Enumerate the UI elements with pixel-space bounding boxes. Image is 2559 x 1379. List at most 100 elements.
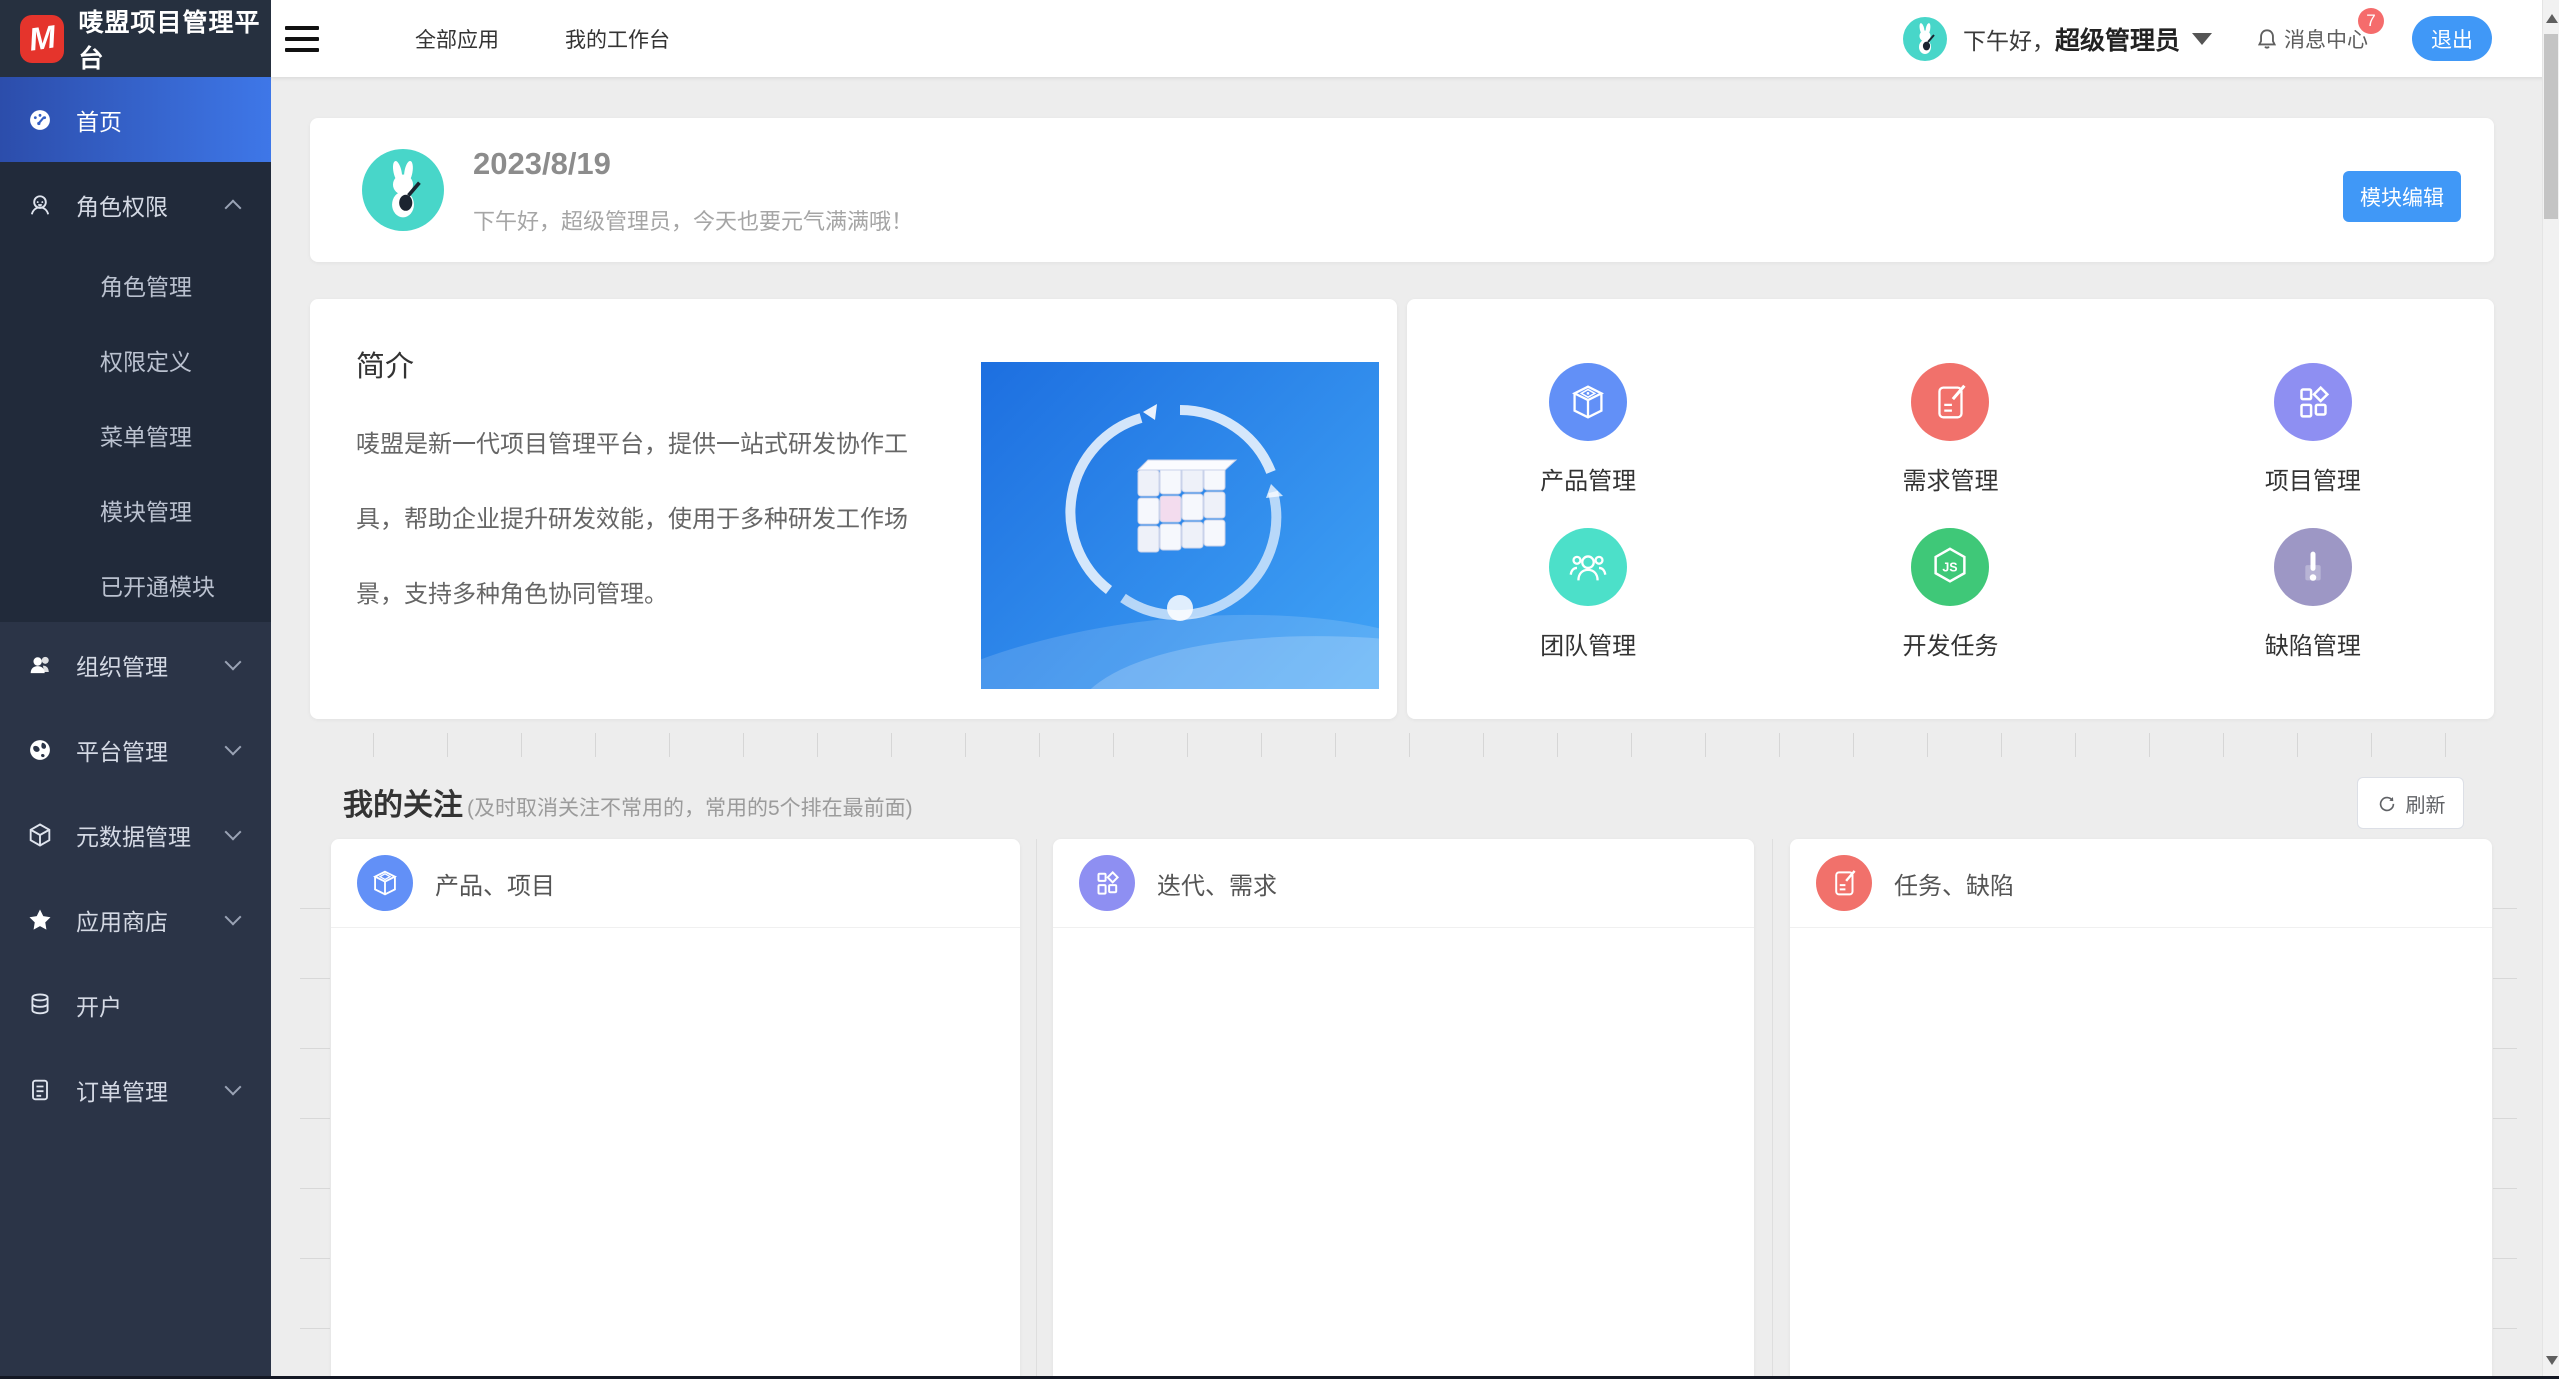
user-menu[interactable]: 下午好，超级管理员 — [1963, 21, 2180, 57]
grid-ticks — [2493, 839, 2517, 1379]
follow-card-products-projects[interactable]: 产品、项目 — [331, 839, 1020, 1379]
logo-letter: M — [26, 18, 58, 58]
chevron-down-icon — [225, 908, 242, 925]
sidebar-item-label: 元数据管理 — [76, 818, 191, 852]
date-text: 2023/8/19 — [473, 146, 611, 182]
follow-card-label: 迭代、需求 — [1157, 866, 1277, 901]
refresh-icon — [2376, 792, 2398, 814]
chevron-down-icon — [225, 823, 242, 840]
chevron-down-icon — [225, 738, 242, 755]
modules-card: 产品管理 需求管理 项目管理 — [1407, 299, 2494, 719]
product-cube-icon — [357, 855, 413, 911]
grid-line — [1036, 839, 1037, 1379]
module-project-management[interactable]: 项目管理 — [2265, 363, 2361, 528]
database-icon — [26, 991, 54, 1019]
star-icon — [26, 906, 54, 934]
follow-card-label: 任务、缺陷 — [1894, 866, 2014, 901]
cube-outline-icon — [26, 821, 54, 849]
refresh-button[interactable]: 刷新 — [2357, 777, 2464, 829]
module-requirement-management[interactable]: 需求管理 — [1902, 363, 1998, 528]
welcome-message: 下午好，超级管理员，今天也要元气满满哦！ — [473, 204, 913, 236]
intro-description: 唛盟是新一代项目管理平台，提供一站式研发协作工具，帮助企业提升研发效能，使用于多… — [356, 407, 941, 632]
chevron-down-icon — [225, 653, 242, 670]
sidebar-item-app-store[interactable]: 应用商店 — [0, 877, 271, 962]
username: 超级管理员 — [2055, 27, 2180, 55]
sidebar-item-home[interactable]: 首页 — [0, 77, 271, 162]
sidebar-item-label: 首页 — [76, 103, 122, 137]
module-label: 需求管理 — [1902, 461, 1998, 496]
user-dropdown-caret-icon[interactable] — [2192, 33, 2212, 45]
scroll-thumb[interactable] — [2544, 34, 2558, 219]
scroll-down-button[interactable] — [2546, 1356, 2558, 1365]
sidebar-item-open-account[interactable]: 开户 — [0, 962, 271, 1047]
sidebar-item-menu-management[interactable]: 菜单管理 — [0, 397, 271, 472]
user-avatar[interactable] — [1903, 17, 1947, 61]
grid-line — [1772, 839, 1773, 1379]
modules-grid: 产品管理 需求管理 项目管理 — [1407, 299, 2494, 719]
sidebar-item-opened-modules[interactable]: 已开通模块 — [0, 547, 271, 622]
follow-card-header: 任务、缺陷 — [1790, 839, 2492, 928]
rabbit-mascot-icon — [372, 159, 434, 221]
message-center-label: 消息中心 — [2284, 24, 2368, 54]
hamburger-menu-icon[interactable] — [285, 26, 319, 52]
module-edit-button[interactable]: 模块编辑 — [2343, 171, 2461, 222]
sidebar-item-metadata[interactable]: 元数据管理 — [0, 792, 271, 877]
scroll-up-button[interactable] — [2546, 14, 2558, 23]
order-document-icon — [26, 1076, 54, 1104]
tab-all-apps[interactable]: 全部应用 — [415, 24, 499, 54]
grid-ticks — [300, 839, 330, 1379]
mascot-avatar — [362, 149, 444, 231]
vertical-scrollbar[interactable] — [2542, 0, 2559, 1379]
chevron-up-icon — [225, 199, 242, 216]
intro-title: 简介 — [356, 343, 414, 385]
sidebar-item-organization[interactable]: 组织管理 — [0, 622, 271, 707]
greeting-text: 下午好， — [1963, 28, 2055, 54]
module-dev-tasks[interactable]: JS 开发任务 — [1902, 528, 1998, 693]
organization-icon — [26, 651, 54, 679]
tab-my-workbench[interactable]: 我的工作台 — [565, 24, 670, 54]
module-label: 项目管理 — [2265, 461, 2361, 496]
sidebar-item-orders[interactable]: 订单管理 — [0, 1047, 271, 1132]
header: 全部应用 我的工作台 下午好，超级管理员 消息中心 7 退出 — [271, 0, 2559, 77]
header-right: 下午好，超级管理员 消息中心 7 退出 — [1903, 16, 2492, 61]
sidebar-item-role-management[interactable]: 角色管理 — [0, 247, 271, 322]
product-cube-icon — [1549, 363, 1627, 441]
sidebar: 首页 角色权限 角色管理 权限定义 菜单管理 模块管理 已开通模块 组织管理 — [0, 77, 271, 1379]
logo-block: M 唛盟项目管理平台 — [0, 0, 271, 77]
sidebar-item-label: 应用商店 — [76, 903, 168, 937]
module-defect-management[interactable]: 缺陷管理 — [2265, 528, 2361, 693]
module-label: 团队管理 — [1540, 626, 1636, 661]
intro-card: 简介 唛盟是新一代项目管理平台，提供一站式研发协作工具，帮助企业提升研发效能，使… — [310, 299, 1397, 719]
app-logo-icon: M — [20, 15, 64, 63]
follow-card-iterations-requirements[interactable]: 迭代、需求 — [1053, 839, 1754, 1379]
sidebar-item-label: 组织管理 — [76, 648, 168, 682]
doc-edit-icon — [1911, 363, 1989, 441]
sidebar-item-role-permissions[interactable]: 角色权限 — [0, 162, 271, 247]
module-product-management[interactable]: 产品管理 — [1540, 363, 1636, 528]
message-center[interactable]: 消息中心 7 — [2254, 24, 2368, 54]
exclamation-icon — [2274, 528, 2352, 606]
logout-button[interactable]: 退出 — [2412, 16, 2492, 61]
sidebar-item-label: 开户 — [76, 988, 122, 1022]
svg-text:JS: JS — [1943, 560, 1958, 574]
sidebar-item-platform[interactable]: 平台管理 — [0, 707, 271, 792]
sidebar-item-permission-definition[interactable]: 权限定义 — [0, 322, 271, 397]
sidebar-item-label: 订单管理 — [76, 1073, 168, 1107]
main-content: 2023/8/19 下午好，超级管理员，今天也要元气满满哦！ 模块编辑 简介 唛… — [271, 77, 2542, 1379]
bell-icon — [2254, 26, 2280, 52]
follow-card-tasks-defects[interactable]: 任务、缺陷 — [1790, 839, 2492, 1379]
rabbit-mascot-icon — [1908, 22, 1942, 56]
team-people-icon — [1549, 528, 1627, 606]
follow-note: (及时取消关注不常用的，常用的5个排在最前面) — [467, 792, 913, 822]
refresh-label: 刷新 — [2406, 789, 2446, 818]
module-label: 产品管理 — [1540, 461, 1636, 496]
globe-icon — [26, 736, 54, 764]
sidebar-item-module-management[interactable]: 模块管理 — [0, 472, 271, 547]
module-team-management[interactable]: 团队管理 — [1540, 528, 1636, 693]
grid-diamond-icon — [1079, 855, 1135, 911]
message-badge: 7 — [2358, 8, 2384, 34]
welcome-card: 2023/8/19 下午好，超级管理员，今天也要元气满满哦！ 模块编辑 — [310, 118, 2494, 262]
chevron-down-icon — [225, 1078, 242, 1095]
module-label: 缺陷管理 — [2265, 626, 2361, 661]
dashboard-icon — [26, 106, 54, 134]
